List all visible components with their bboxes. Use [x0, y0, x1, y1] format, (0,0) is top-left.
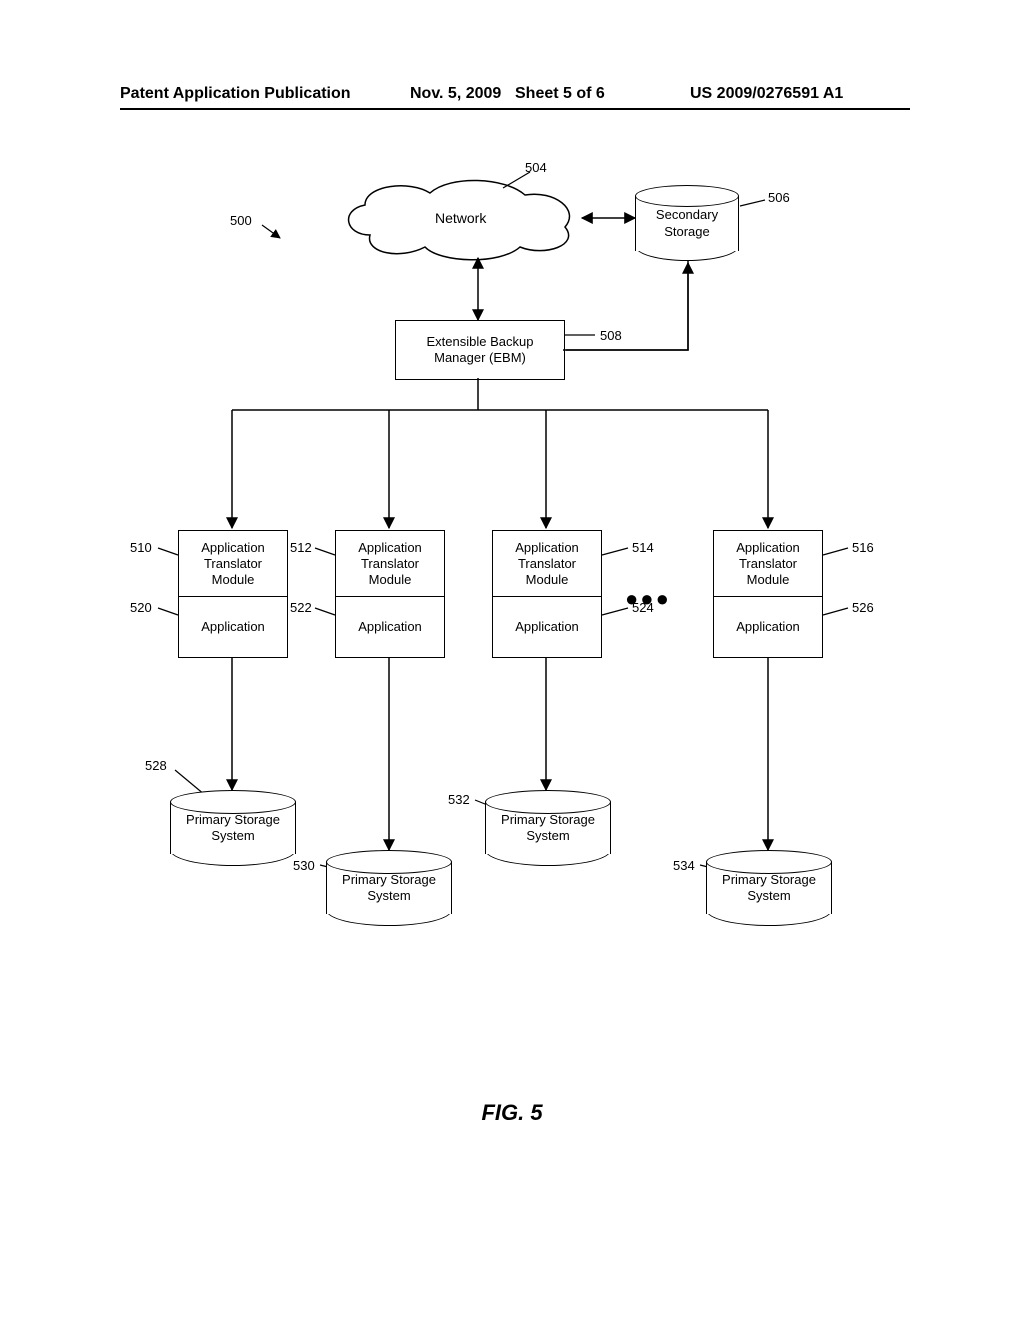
pss-2-top — [326, 850, 452, 874]
ref-520: 520 — [130, 600, 152, 615]
figure-label: FIG. 5 — [0, 1100, 1024, 1126]
pss-4-top — [706, 850, 832, 874]
ref-526: 526 — [852, 600, 874, 615]
ref-506: 506 — [768, 190, 790, 205]
ref-508: 508 — [600, 328, 622, 343]
ref-522: 522 — [290, 600, 312, 615]
secondary-storage-top — [635, 185, 739, 207]
ref-524: 524 — [632, 600, 654, 615]
ref-500: 500 — [230, 213, 252, 228]
ref-528: 528 — [145, 758, 167, 773]
ref-514: 514 — [632, 540, 654, 555]
ref-504: 504 — [525, 160, 547, 175]
ref-512: 512 — [290, 540, 312, 555]
ref-534: 534 — [673, 858, 695, 873]
ref-510: 510 — [130, 540, 152, 555]
pss-1-top — [170, 790, 296, 814]
pss-3-top — [485, 790, 611, 814]
ref-516: 516 — [852, 540, 874, 555]
page: Patent Application Publication Nov. 5, 2… — [0, 0, 1024, 1320]
ref-530: 530 — [293, 858, 315, 873]
ref-532: 532 — [448, 792, 470, 807]
